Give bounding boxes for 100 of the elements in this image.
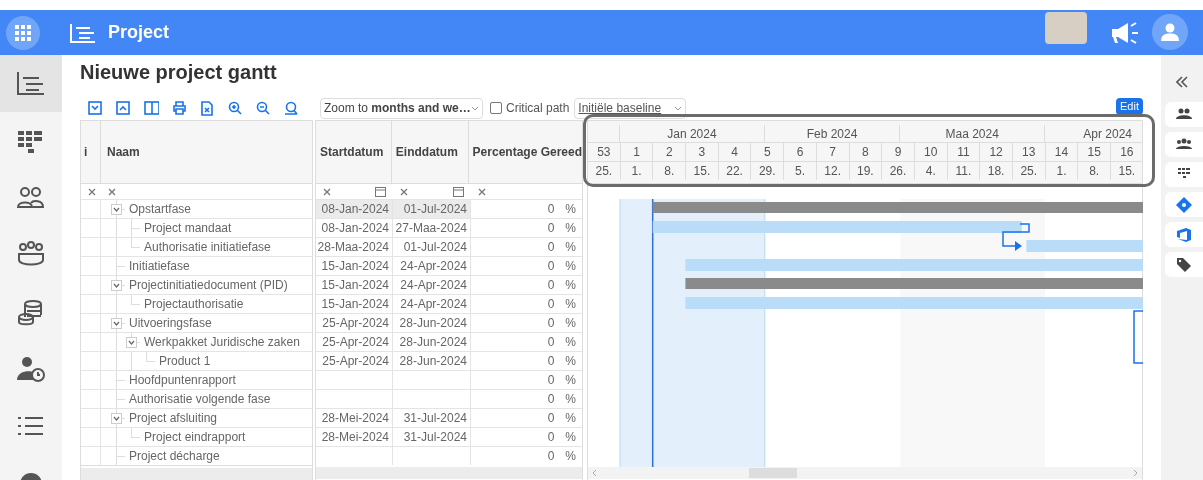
checkbox[interactable] [490,102,502,114]
user-avatar[interactable] [1152,14,1188,50]
week-start-day: 25. [588,162,621,180]
zoom-out-icon[interactable] [256,100,271,116]
chevron-down-icon [113,414,120,422]
task-name[interactable]: Product 1 [159,352,211,370]
collapse-all-icon[interactable] [116,100,131,116]
task-name[interactable]: Werkpakket Juridische zaken [144,333,300,351]
percent-sign: % [565,258,576,275]
week-number: 1 [620,143,654,161]
chevron-down-icon [113,281,120,289]
chevron-down-icon [113,205,120,213]
percent-sign: % [565,315,576,332]
column-header[interactable]: Naam [101,121,312,183]
side-panel-button[interactable] [1165,192,1203,217]
clear-filter-icon[interactable] [108,187,116,196]
baseline-dropdown[interactable]: Initiële baseline [574,97,687,119]
zoom-fit-icon[interactable] [284,100,299,116]
critical-path-checkbox[interactable]: Critical path [490,99,570,117]
task-name[interactable]: Project décharge [129,447,220,465]
zoom-in-icon[interactable] [228,100,243,116]
table-cell-text: 0 [547,429,555,446]
month-header: Feb 2024 [764,125,901,142]
chevron-down-icon [674,105,683,111]
column-header[interactable]: i [81,121,101,183]
table-cell-text: 0 [547,391,555,408]
nav-button[interactable] [0,55,62,112]
table-cell: 27-Maa-2024 [393,219,471,237]
calendar-icon[interactable] [453,186,464,197]
side-panel-button[interactable] [1165,252,1203,277]
week-number: 53 [588,143,621,161]
zoom-dropdown[interactable]: Zoom to months and we… [320,97,483,119]
side-panel-button[interactable] [1165,222,1203,247]
table-cell: 28-Jun-2024 [393,314,471,332]
table-cell: 25-Apr-2024 [316,314,393,332]
megaphone-icon[interactable] [1110,21,1140,45]
task-name[interactable]: Project afsluiting [129,409,218,427]
horizontal-scrollbar[interactable] [588,467,1142,479]
task-name[interactable]: Projectinitiatiedocument (PID) [129,276,288,294]
percent-sign: % [565,448,576,465]
page-title: Nieuwe project gantt [80,60,278,84]
task-name[interactable]: Uitvoeringsfase [129,314,212,332]
week-start-day: 8. [653,162,687,180]
table-cell-text: 0 [547,334,555,351]
column-header[interactable]: Startdatum [316,121,392,183]
clear-filter-icon[interactable] [400,187,408,196]
edit-button[interactable]: Edit [1116,97,1143,115]
double-chevron-left-icon [1176,76,1188,88]
collapse-toggle[interactable] [111,412,122,424]
table-cell: 25-Apr-2024 [316,352,393,370]
task-name[interactable]: Authorisatie initiatiefase [144,238,271,256]
table-cell: 28-Jun-2024 [393,333,471,351]
table-cell-text: 0 [547,372,555,389]
excel-file-icon[interactable] [200,100,215,116]
side-panel-button[interactable] [1165,162,1203,187]
table-cell-text: 0 [547,239,555,256]
clear-filter-icon[interactable] [323,187,331,196]
collapse-toggle[interactable] [126,336,137,348]
apps-button[interactable] [6,15,40,50]
task-name[interactable]: Hoofdpuntenrapport [129,371,236,389]
percent-sign: % [565,296,576,313]
week-number: 2 [653,143,687,161]
expand-all-icon[interactable] [88,100,103,116]
calendar-icon[interactable] [375,186,386,197]
horizontal-scrollbar[interactable] [316,467,582,479]
side-panel-button[interactable] [1165,132,1203,157]
scrollbar-thumb[interactable] [749,468,797,478]
column-header[interactable]: Percentage Gereed [468,121,582,183]
table-row[interactable]: 0 % [316,370,582,389]
columns-icon[interactable] [144,100,159,116]
week-number: 10 [914,143,948,161]
week-start-day: 4. [914,162,948,180]
side-panel-button[interactable] [1165,102,1203,127]
week-number: 6 [784,143,817,161]
week-start-day: 12. [816,162,850,180]
week-number: 14 [1045,143,1079,161]
task-name[interactable]: Projectauthorisatie [144,295,244,313]
column-header[interactable]: Einddatum [391,121,469,183]
collapse-toggle[interactable] [111,203,122,215]
chevron-down-icon [113,319,120,327]
task-name[interactable]: Project mandaat [144,219,232,237]
week-number: 7 [816,143,850,161]
horizontal-scrollbar[interactable] [81,468,312,480]
table-row[interactable]: 0 % [316,446,582,465]
chevron-down-icon [471,105,479,111]
collapse-toggle[interactable] [111,279,122,291]
week-start-day: 26. [882,162,915,180]
task-name[interactable]: Authorisatie volgende fase [129,390,271,408]
collapse-toggle[interactable] [111,317,122,329]
print-icon[interactable] [172,100,187,116]
grid-icon [15,24,31,41]
clear-filter-icon[interactable] [88,187,96,196]
table-row[interactable]: 0 % [316,389,582,408]
task-name[interactable]: Project eindrapport [144,428,246,446]
table-cell-text: 0 [547,220,555,237]
task-name[interactable]: Initiatiefase [129,257,190,275]
week-start-day: 18. [980,162,1013,180]
table-cell-text: 0 [547,315,555,332]
clear-filter-icon[interactable] [478,187,486,196]
task-name[interactable]: Opstartfase [129,200,192,218]
